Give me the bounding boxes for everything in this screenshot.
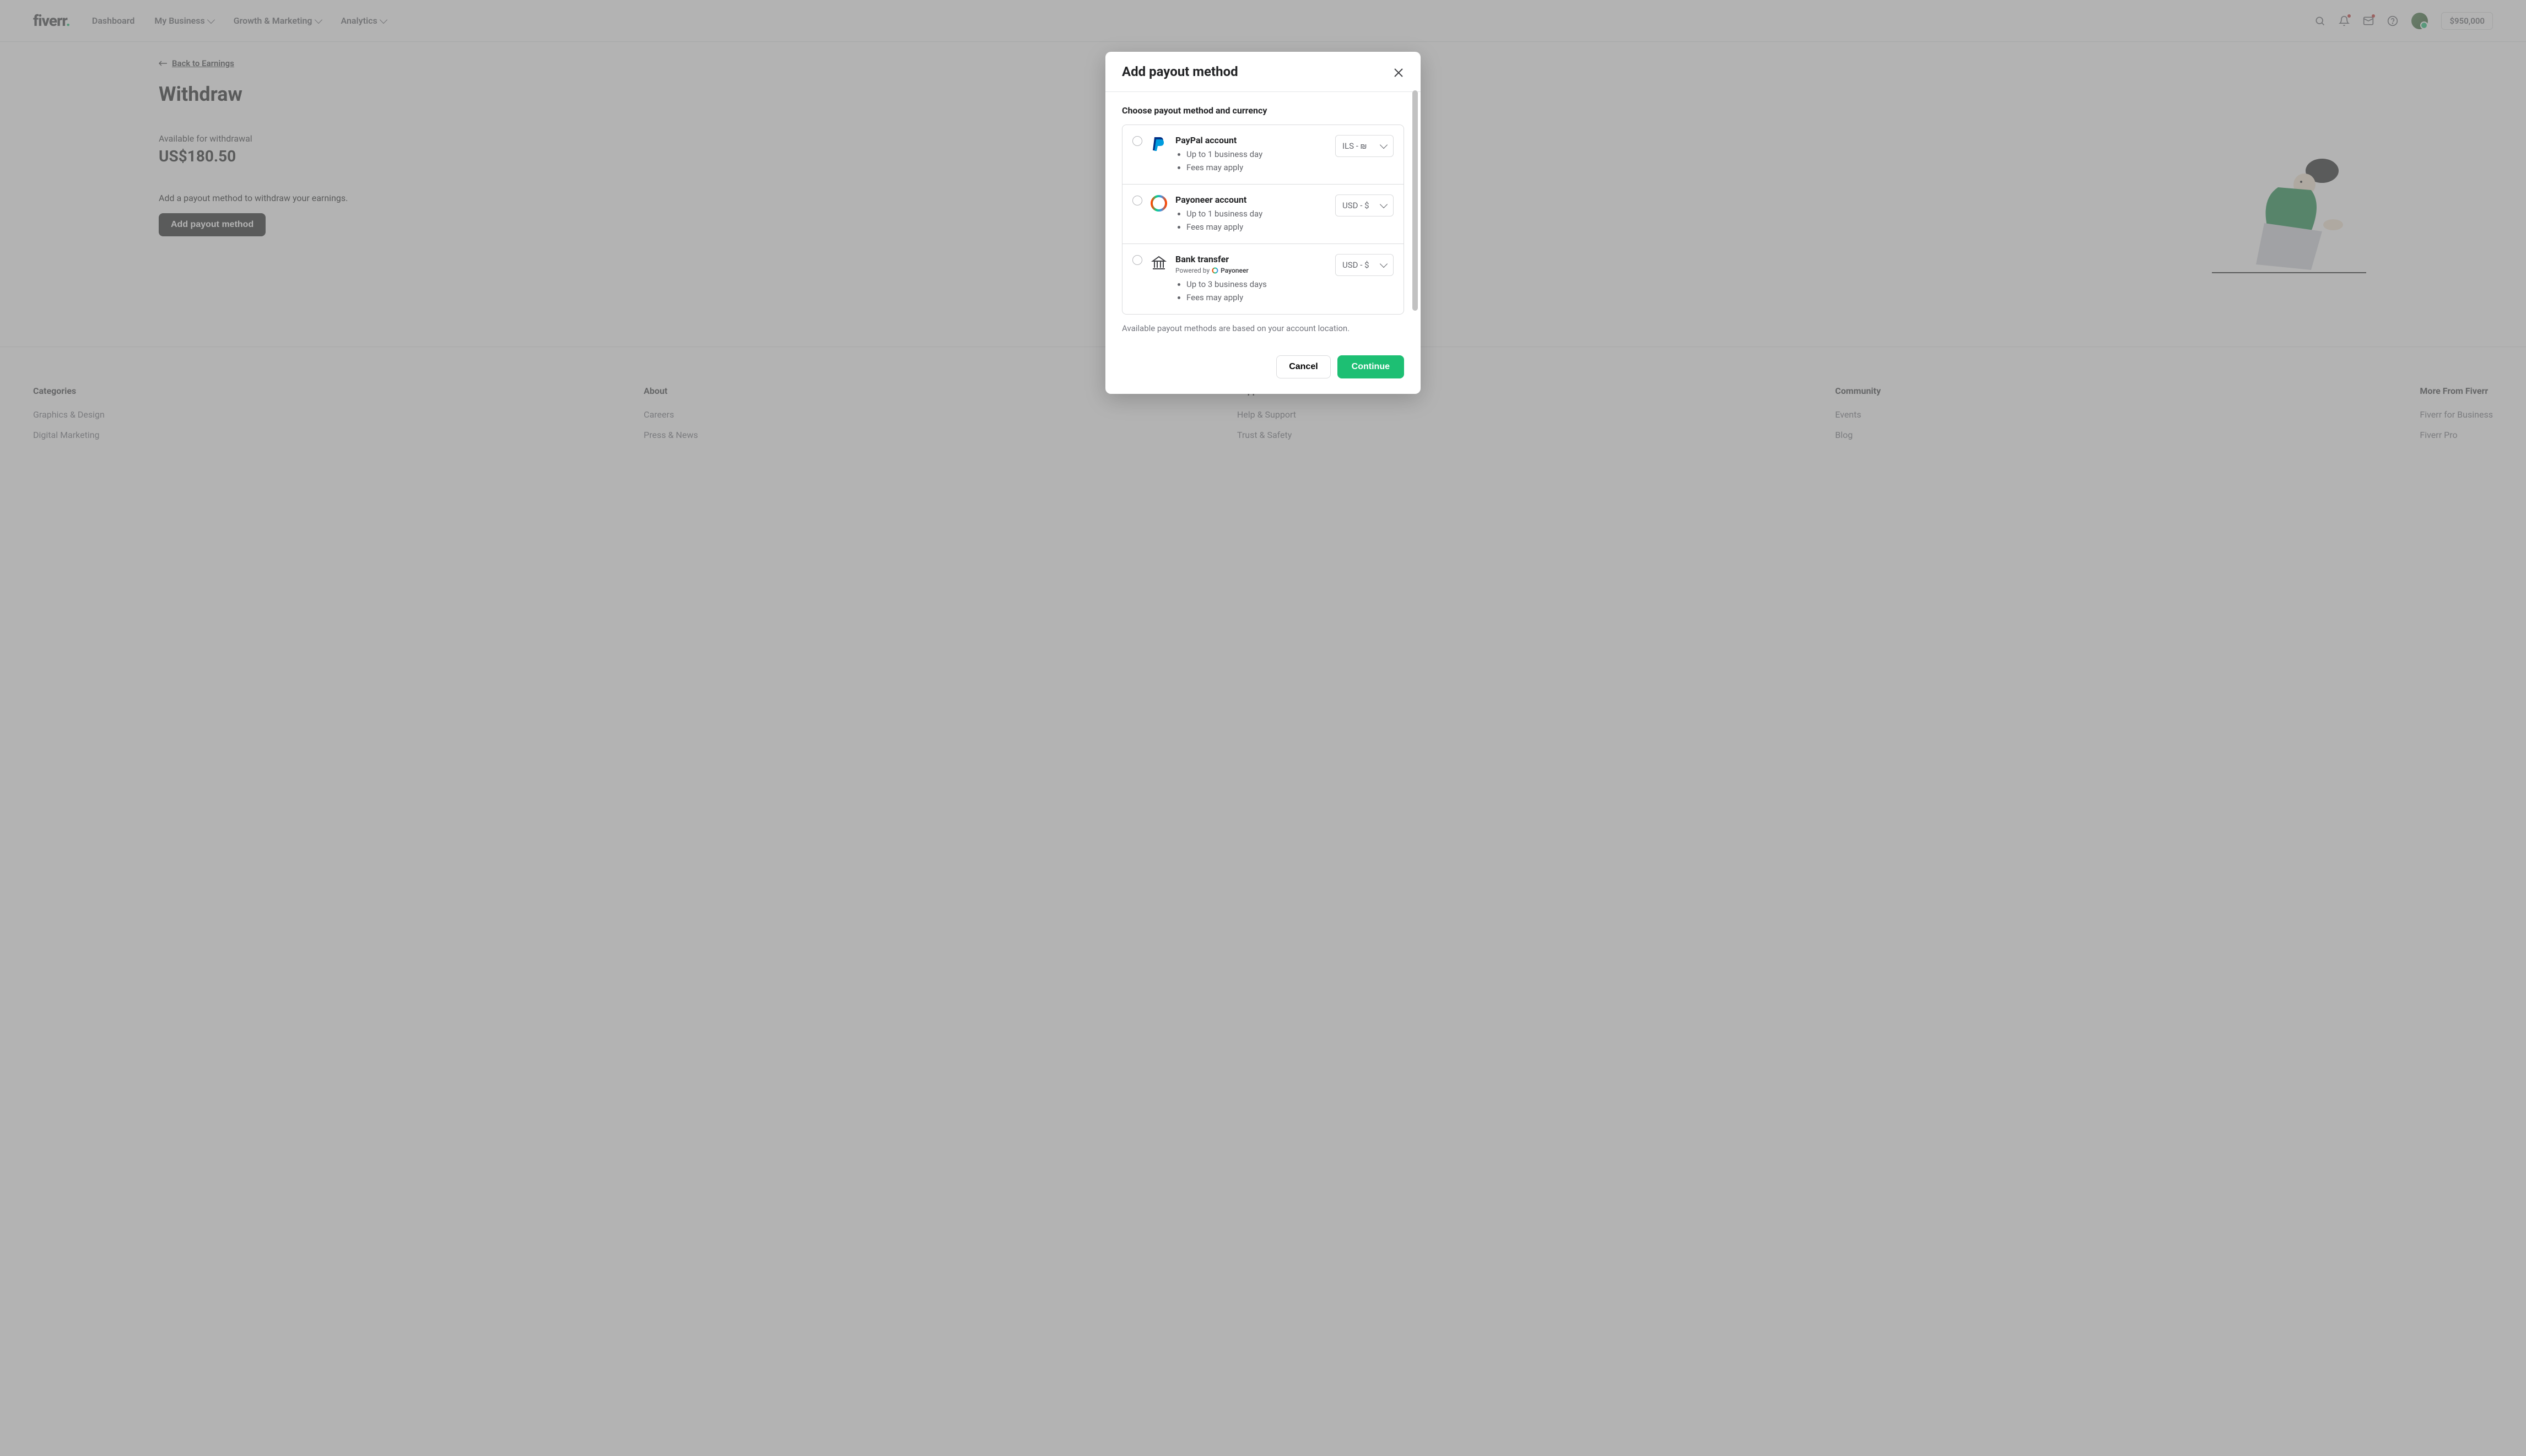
method-detail: Up to 3 business days bbox=[1186, 278, 1327, 291]
powered-by-text: Powered by bbox=[1175, 267, 1210, 274]
radio-payoneer[interactable] bbox=[1132, 196, 1142, 205]
chevron-down-icon bbox=[1380, 141, 1388, 149]
method-name: PayPal account bbox=[1175, 135, 1327, 145]
method-name: Payoneer account bbox=[1175, 194, 1327, 205]
currency-select-payoneer[interactable]: USD - $ bbox=[1335, 194, 1394, 216]
option-bank[interactable]: Bank transfer Powered by Payoneer Up to … bbox=[1122, 244, 1404, 314]
method-detail: Fees may apply bbox=[1186, 220, 1327, 234]
radio-bank[interactable] bbox=[1132, 255, 1142, 265]
currency-value: ILS - ₪ bbox=[1342, 141, 1367, 151]
currency-value: USD - $ bbox=[1342, 260, 1369, 270]
payoneer-brand-text: Payoneer bbox=[1221, 267, 1249, 274]
method-info: Payoneer account Up to 1 business day Fe… bbox=[1175, 194, 1327, 234]
continue-button[interactable]: Continue bbox=[1337, 355, 1404, 378]
payoneer-icon bbox=[1150, 194, 1168, 212]
close-icon[interactable] bbox=[1393, 66, 1404, 77]
payout-options: PayPal account Up to 1 business day Fees… bbox=[1122, 125, 1404, 315]
modal-body: Choose payout method and currency PayPal… bbox=[1105, 92, 1421, 344]
option-payoneer[interactable]: Payoneer account Up to 1 business day Fe… bbox=[1122, 185, 1404, 244]
powered-by: Powered by Payoneer bbox=[1175, 267, 1327, 274]
method-info: Bank transfer Powered by Payoneer Up to … bbox=[1175, 254, 1327, 304]
paypal-icon bbox=[1150, 135, 1168, 153]
method-info: PayPal account Up to 1 business day Fees… bbox=[1175, 135, 1327, 174]
modal-header: Add payout method bbox=[1105, 52, 1421, 92]
payoneer-small-icon bbox=[1212, 267, 1218, 274]
method-detail: Up to 1 business day bbox=[1186, 148, 1327, 161]
option-paypal[interactable]: PayPal account Up to 1 business day Fees… bbox=[1122, 125, 1404, 185]
cancel-button[interactable]: Cancel bbox=[1276, 355, 1330, 378]
bank-icon bbox=[1150, 254, 1168, 272]
method-name: Bank transfer bbox=[1175, 254, 1327, 264]
radio-paypal[interactable] bbox=[1132, 136, 1142, 146]
method-detail: Up to 1 business day bbox=[1186, 207, 1327, 220]
add-payout-modal: Add payout method Choose payout method a… bbox=[1105, 52, 1421, 394]
location-note: Available payout methods are based on yo… bbox=[1122, 323, 1404, 333]
chevron-down-icon bbox=[1380, 260, 1388, 268]
modal-footer: Cancel Continue bbox=[1105, 344, 1421, 394]
currency-select-bank[interactable]: USD - $ bbox=[1335, 254, 1394, 276]
scrollbar[interactable] bbox=[1412, 90, 1418, 366]
method-detail: Fees may apply bbox=[1186, 291, 1327, 304]
currency-select-paypal[interactable]: ILS - ₪ bbox=[1335, 135, 1394, 157]
section-label: Choose payout method and currency bbox=[1122, 105, 1404, 116]
chevron-down-icon bbox=[1380, 201, 1388, 208]
method-detail: Fees may apply bbox=[1186, 161, 1327, 174]
scrollbar-thumb[interactable] bbox=[1412, 90, 1418, 311]
modal-title: Add payout method bbox=[1122, 64, 1238, 79]
currency-value: USD - $ bbox=[1342, 201, 1369, 210]
